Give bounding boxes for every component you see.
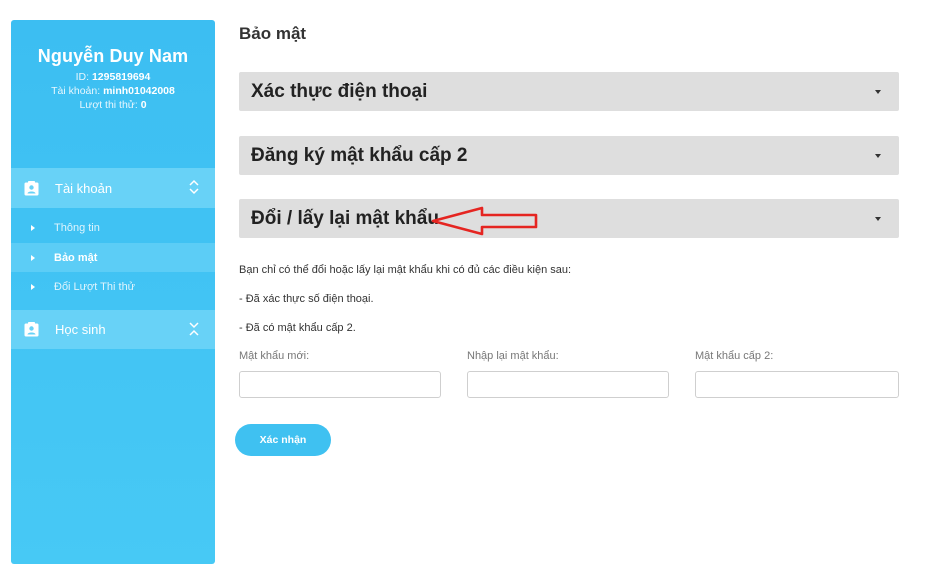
- bullet-arrow-icon: [31, 224, 35, 231]
- sidebar-item-label: Thông tin: [54, 221, 100, 234]
- user-name: Nguyễn Duy Nam: [37, 46, 189, 66]
- sidebar-section-student[interactable]: Học sinh: [11, 310, 215, 349]
- user-id-label: ID:: [75, 71, 90, 83]
- sidebar-section-label: Tài khoản: [55, 180, 113, 196]
- submit-button[interactable]: Xác nhận: [235, 424, 331, 456]
- condition-phone: - Đã xác thực số điện thoại.: [239, 293, 374, 305]
- chevron-up-icon[interactable]: [188, 178, 200, 196]
- accordion-second-password[interactable]: Đăng ký mật khẩu cấp 2: [239, 136, 899, 175]
- accordion-change-password[interactable]: Đổi / lấy lại mật khẩu: [239, 199, 899, 238]
- second-password-field[interactable]: [695, 371, 899, 398]
- new-password-label: Mật khẩu mới:: [239, 350, 310, 362]
- confirm-password-field[interactable]: [467, 371, 669, 398]
- bullet-arrow-icon: [31, 254, 35, 261]
- accordion-label: Đổi / lấy lại mật khẩu: [251, 207, 439, 229]
- accordion-label: Đăng ký mật khẩu cấp 2: [251, 144, 468, 166]
- sidebar-item-info[interactable]: Thông tin: [11, 213, 215, 242]
- sidebar-section-label: Học sinh: [55, 322, 106, 337]
- accordion-phone-verification[interactable]: Xác thực điện thoại: [239, 72, 899, 111]
- caret-down-icon: [875, 154, 881, 158]
- condition-second-password: - Đã có mật khẩu cấp 2.: [239, 322, 356, 334]
- accordion-label: Xác thực điện thoại: [251, 80, 428, 102]
- bullet-arrow-icon: [31, 283, 35, 290]
- chevron-expand-icon[interactable]: [188, 320, 200, 338]
- confirm-password-label: Nhập lại mật khẩu:: [467, 350, 559, 362]
- user-id-line: ID: 1295819694: [11, 71, 215, 83]
- sidebar-item-label: Bảo mật: [54, 251, 98, 264]
- attempts-line: Lượt thi thử: 0: [11, 99, 215, 111]
- caret-down-icon: [875, 217, 881, 221]
- attempts-value: 0: [140, 99, 147, 111]
- account-value: minh01042008: [103, 85, 175, 97]
- sidebar-item-label: Đổi Lượt Thi thử: [54, 280, 136, 293]
- conditions-intro: Bạn chỉ có thể đổi hoặc lấy lại mật khẩu…: [239, 264, 572, 276]
- annotation-arrow-icon: [431, 206, 538, 236]
- page-title: Bảo mật: [239, 24, 307, 43]
- attempts-label: Lượt thi thử:: [79, 99, 138, 111]
- second-password-label: Mật khẩu cấp 2:: [695, 350, 774, 362]
- contact-card-icon: [24, 322, 39, 337]
- contact-card-icon: [24, 180, 39, 196]
- account-line: Tài khoản: minh01042008: [11, 85, 215, 97]
- profile-card: Nguyễn Duy Nam ID: 1295819694 Tài khoản:…: [11, 20, 215, 111]
- sidebar-section-account[interactable]: Tài khoản: [11, 168, 215, 208]
- new-password-field[interactable]: [239, 371, 441, 398]
- sidebar: Nguyễn Duy Nam ID: 1295819694 Tài khoản:…: [11, 20, 215, 564]
- sidebar-item-security[interactable]: Bảo mật: [11, 243, 215, 272]
- sidebar-item-exchange-attempts[interactable]: Đổi Lượt Thi thử: [11, 272, 215, 301]
- caret-down-icon: [875, 90, 881, 94]
- account-label: Tài khoản:: [51, 85, 101, 97]
- user-id-value: 1295819694: [91, 71, 151, 83]
